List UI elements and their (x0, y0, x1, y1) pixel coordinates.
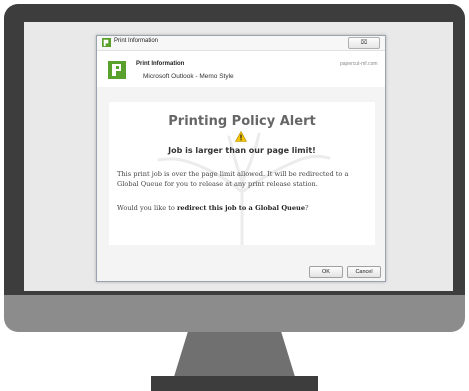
papercut-logo-icon (102, 38, 111, 47)
alert-subtitle: Job is larger than our page limit! (168, 146, 316, 155)
monitor-screen: Print Information ⌧ Print Information Mi… (24, 22, 453, 291)
close-button[interactable]: ⌧ (348, 37, 380, 49)
monitor-chin (4, 295, 465, 332)
window-title: Print Information (114, 38, 159, 44)
monitor-bezel: Print Information ⌧ Print Information Mi… (4, 4, 465, 295)
question-suffix: ? (305, 204, 309, 212)
alert-title: Printing Policy Alert (168, 114, 316, 129)
redirect-question: Would you like to redirect this job to a… (117, 204, 372, 212)
monitor-stand-base (151, 376, 318, 391)
papercut-logo-icon (108, 61, 126, 79)
alert-body-text: This print job is over the page limit al… (117, 170, 349, 188)
question-prefix: Would you like to (117, 204, 177, 212)
print-information-dialog: Print Information ⌧ Print Information Mi… (96, 35, 386, 282)
warning-icon (235, 131, 247, 142)
header-subtitle: Microsoft Outlook - Memo Style (143, 73, 234, 80)
question-emphasis: redirect this job to a Global Queue (176, 204, 306, 212)
close-icon: ⌧ (360, 40, 368, 46)
monitor-stand-neck (173, 332, 296, 380)
ok-button[interactable]: OK (309, 266, 343, 278)
papercut-link[interactable]: papercut-mf.com (340, 61, 378, 67)
dialog-titlebar: Print Information ⌧ (97, 36, 385, 51)
header-title: Print Information (136, 61, 185, 67)
dialog-header: Print Information Microsoft Outlook - Me… (97, 51, 385, 87)
alert-content-panel: Printing Policy Alert Job is larger than… (109, 102, 375, 245)
cancel-button[interactable]: Cancel (347, 266, 381, 278)
